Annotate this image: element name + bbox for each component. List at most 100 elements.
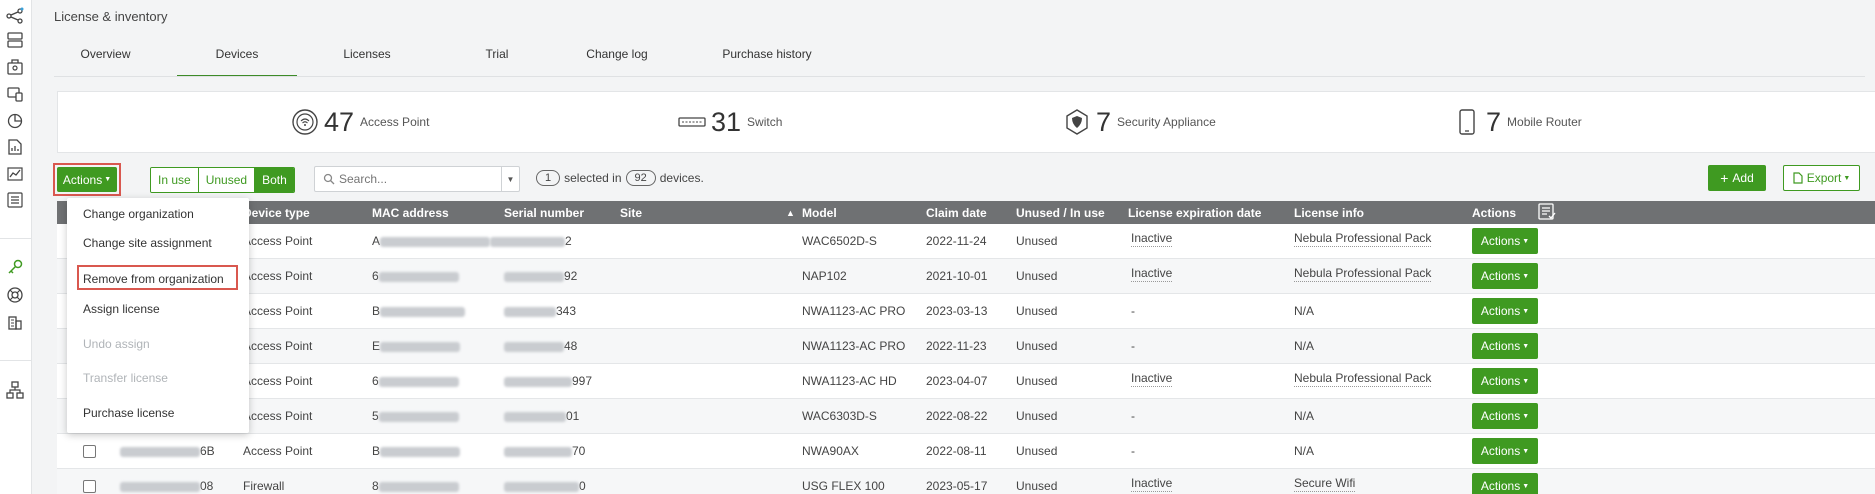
tab-licenses[interactable]: Licenses bbox=[317, 40, 417, 77]
menu-remove-from-organization[interactable]: Remove from organization bbox=[83, 272, 224, 286]
col-license-info[interactable]: License info bbox=[1294, 206, 1364, 220]
menu-assign-license[interactable]: Assign license bbox=[83, 302, 160, 316]
table-row[interactable]: 6B Access Point B 70 NWA90AX 2022-08-11 … bbox=[57, 434, 1875, 469]
summary-mobile-router[interactable]: 7 Mobile Router bbox=[1452, 107, 1582, 137]
firewall-icon[interactable] bbox=[6, 58, 24, 76]
row-actions-button[interactable]: Actions ▼ bbox=[1472, 228, 1538, 254]
row-checkbox[interactable] bbox=[83, 445, 96, 458]
devices-icon[interactable] bbox=[6, 85, 24, 103]
search-dropdown-icon[interactable]: ▼ bbox=[501, 167, 519, 191]
cell-license-info[interactable]: Secure Wifi bbox=[1294, 476, 1356, 492]
cell-expiration: - bbox=[1131, 304, 1135, 318]
cell-use: Unused bbox=[1016, 444, 1058, 458]
settings-sliders-icon[interactable] bbox=[6, 191, 24, 209]
col-claim-date[interactable]: Claim date bbox=[926, 206, 987, 220]
organization-icon[interactable] bbox=[6, 313, 24, 331]
row-actions-button[interactable]: Actions ▼ bbox=[1472, 438, 1538, 464]
actions-dropdown-button[interactable]: Actions ▼ bbox=[57, 167, 117, 192]
caret-down-icon: ▼ bbox=[1522, 237, 1530, 245]
cell-license-info[interactable]: Nebula Professional Pack bbox=[1294, 266, 1432, 282]
table-row[interactable]: Access Point E 48 NWA1123-AC PRO 2022-11… bbox=[57, 329, 1875, 364]
topology-icon[interactable] bbox=[6, 7, 24, 25]
row-actions-button[interactable]: Actions ▼ bbox=[1472, 298, 1538, 324]
cell-model: WAC6303D-S bbox=[802, 409, 877, 423]
tab-purchase-history[interactable]: Purchase history bbox=[697, 40, 837, 77]
col-mac-address[interactable]: MAC address bbox=[372, 206, 449, 220]
cell-mac: 8 bbox=[372, 479, 459, 493]
row-actions-button[interactable]: Actions ▼ bbox=[1472, 368, 1538, 394]
table-row[interactable]: Access Point A 2 WAC6502D-S 2022-11-24 U… bbox=[57, 224, 1875, 259]
server-icon[interactable] bbox=[6, 31, 24, 49]
add-label: Add bbox=[1732, 171, 1754, 185]
support-icon[interactable] bbox=[6, 286, 24, 304]
col-unused-in-use[interactable]: Unused / In use bbox=[1016, 206, 1105, 220]
column-settings-icon[interactable] bbox=[1538, 203, 1556, 224]
table-row[interactable]: Access Point B 343 NWA1123-AC PRO 2023-0… bbox=[57, 294, 1875, 329]
cell-license-info[interactable]: Nebula Professional Pack bbox=[1294, 231, 1432, 247]
cell-serial: 01 bbox=[504, 409, 579, 423]
mobile-router-label: Mobile Router bbox=[1507, 115, 1582, 129]
access-point-count: 47 bbox=[324, 106, 355, 137]
file-icon bbox=[1793, 172, 1803, 184]
cell-device-type: Access Point bbox=[243, 304, 313, 318]
tab-change-log[interactable]: Change log bbox=[557, 40, 677, 77]
table-header: Device type MAC address Serial number Si… bbox=[57, 201, 1875, 224]
table-row[interactable]: 08 Firewall 8 0 USG FLEX 100 2023-05-17 … bbox=[57, 469, 1875, 494]
row-actions-button[interactable]: Actions ▼ bbox=[1472, 263, 1538, 289]
table-row[interactable]: Access Point 6 997 NWA1123-AC HD 2023-04… bbox=[57, 364, 1875, 399]
summary-switch[interactable]: 31 Switch bbox=[677, 107, 782, 137]
cell-license-info[interactable]: Nebula Professional Pack bbox=[1294, 371, 1432, 387]
col-device-type[interactable]: Device type bbox=[243, 206, 310, 220]
cell-license-info: N/A bbox=[1294, 304, 1315, 318]
access-point-icon bbox=[290, 107, 320, 137]
add-button[interactable]: + Add bbox=[1708, 165, 1766, 191]
cell-use: Unused bbox=[1016, 339, 1058, 353]
key-icon[interactable] bbox=[6, 258, 24, 276]
cell-mac: 6 bbox=[372, 374, 459, 388]
col-model[interactable]: Model bbox=[802, 206, 837, 220]
row-actions-button[interactable]: Actions ▼ bbox=[1472, 333, 1538, 359]
summary-access-point[interactable]: 47 Access Point bbox=[290, 107, 429, 137]
cell-claim-date: 2023-03-13 bbox=[926, 304, 988, 318]
table-row[interactable]: Access Point 6 92 NAP102 2021-10-01 Unus… bbox=[57, 259, 1875, 294]
actions-menu: Change organization Change site assignme… bbox=[67, 198, 249, 433]
cell-mac: B bbox=[372, 444, 461, 458]
cell-expiration[interactable]: Inactive bbox=[1131, 371, 1173, 387]
menu-change-site-assignment[interactable]: Change site assignment bbox=[83, 236, 212, 250]
row-checkbox[interactable] bbox=[83, 480, 96, 493]
col-site[interactable]: Site bbox=[620, 206, 642, 220]
switch-icon bbox=[677, 107, 707, 137]
hierarchy-icon[interactable] bbox=[6, 381, 24, 399]
menu-purchase-license[interactable]: Purchase license bbox=[83, 406, 174, 420]
filter-both[interactable]: Both bbox=[255, 168, 294, 192]
tab-overview[interactable]: Overview bbox=[54, 40, 157, 77]
row-actions-button[interactable]: Actions ▼ bbox=[1472, 403, 1538, 429]
cell-expiration[interactable]: Inactive bbox=[1131, 476, 1173, 492]
summary-security-appliance[interactable]: 7 Security Appliance bbox=[1062, 107, 1216, 137]
sort-ascending-icon[interactable]: ▲ bbox=[786, 208, 795, 218]
filter-unused[interactable]: Unused bbox=[198, 168, 256, 192]
report-icon[interactable] bbox=[6, 138, 24, 156]
menu-change-organization[interactable]: Change organization bbox=[83, 207, 194, 221]
export-button[interactable]: Export ▼ bbox=[1783, 165, 1860, 191]
cell-device-name: 08 bbox=[120, 479, 213, 493]
filter-in-use[interactable]: In use bbox=[151, 168, 199, 192]
col-license-expiration[interactable]: License expiration date bbox=[1128, 206, 1261, 220]
mobile-router-icon bbox=[1452, 107, 1482, 137]
selection-suffix: devices. bbox=[659, 171, 704, 185]
cell-expiration[interactable]: Inactive bbox=[1131, 266, 1173, 282]
tab-trial[interactable]: Trial bbox=[457, 40, 537, 77]
search-input[interactable] bbox=[339, 172, 499, 186]
col-serial-number[interactable]: Serial number bbox=[504, 206, 584, 220]
search-box[interactable]: ▼ bbox=[314, 166, 520, 192]
cell-serial: 343 bbox=[504, 304, 576, 318]
line-chart-icon[interactable] bbox=[6, 165, 24, 183]
cell-model: NAP102 bbox=[802, 269, 847, 283]
cell-use: Unused bbox=[1016, 479, 1058, 493]
pie-chart-icon[interactable] bbox=[6, 111, 24, 129]
cell-expiration[interactable]: Inactive bbox=[1131, 231, 1173, 247]
table-row[interactable]: Access Point 5 01 WAC6303D-S 2022-08-22 … bbox=[57, 399, 1875, 434]
cell-claim-date: 2021-10-01 bbox=[926, 269, 988, 283]
row-actions-button[interactable]: Actions ▼ bbox=[1472, 473, 1538, 494]
tab-devices[interactable]: Devices bbox=[177, 40, 297, 77]
